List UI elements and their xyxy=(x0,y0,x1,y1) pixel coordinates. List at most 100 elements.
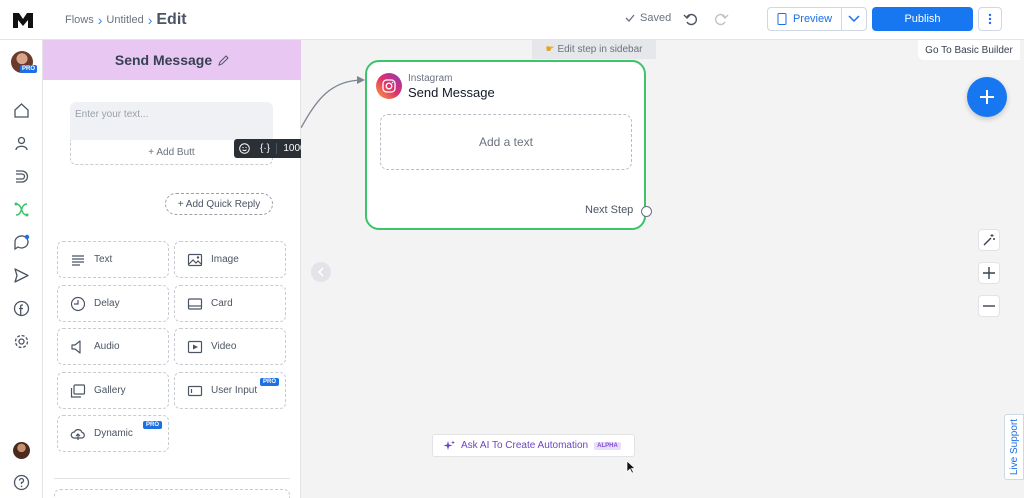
tile-dynamic[interactable]: Dynamic PRO xyxy=(57,415,169,452)
tile-label: Delay xyxy=(94,298,120,309)
undo-icon[interactable] xyxy=(683,11,699,27)
hint-label: Edit step in sidebar xyxy=(557,44,643,55)
phone-icon xyxy=(777,13,787,25)
account-avatar[interactable] xyxy=(13,442,30,459)
edit-step-hint: ☛ Edit step in sidebar xyxy=(532,40,656,59)
node-platform: Instagram xyxy=(408,73,453,84)
help-icon[interactable] xyxy=(13,474,30,491)
tile-label: Text xyxy=(94,254,113,265)
tile-label: User Input xyxy=(211,385,258,396)
tile-delay[interactable]: Delay xyxy=(57,285,169,322)
next-step-port[interactable] xyxy=(641,206,652,217)
top-bar: Flows › Untitled › Edit Saved Preview Pu… xyxy=(0,0,1024,40)
more-options-button[interactable] xyxy=(978,7,1002,31)
magic-wand-icon xyxy=(983,234,995,246)
basic-builder-button[interactable]: Go To Basic Builder xyxy=(918,40,1020,60)
page-title: Edit xyxy=(156,11,187,28)
save-status: Saved xyxy=(625,12,671,24)
zoom-in-button[interactable] xyxy=(978,262,1000,284)
send-message-node[interactable]: Instagram Send Message Add a text Next S… xyxy=(365,60,652,230)
chevron-down-icon xyxy=(848,15,860,23)
flows-icon[interactable] xyxy=(13,201,30,218)
auto-arrange-button[interactable] xyxy=(978,229,1000,251)
contacts-icon[interactable] xyxy=(13,135,30,152)
tile-image[interactable]: Image xyxy=(174,241,286,278)
pointing-hand-icon: ☛ xyxy=(545,44,555,55)
chevron-left-icon xyxy=(317,267,324,277)
tile-video[interactable]: Video xyxy=(174,328,286,365)
input-icon xyxy=(187,385,203,396)
gallery-icon xyxy=(70,383,86,398)
ai-prompt-label: Ask AI To Create Automation xyxy=(461,440,589,451)
chat-icon[interactable] xyxy=(13,234,30,251)
sidebar-title: Send Message xyxy=(114,52,213,68)
tile-text[interactable]: Text xyxy=(57,241,169,278)
step-editor-sidebar: Send Message Enter your text... + Add Bu… xyxy=(43,40,315,498)
divider xyxy=(54,478,290,479)
message-text-input[interactable]: Enter your text... xyxy=(70,102,273,140)
home-icon[interactable] xyxy=(13,102,30,119)
tile-label: Video xyxy=(211,341,237,352)
kebab-menu-icon xyxy=(988,13,992,25)
settings-icon[interactable] xyxy=(13,333,30,350)
tile-label: Dynamic xyxy=(94,428,133,439)
preview-label: Preview xyxy=(792,13,833,25)
next-step-label: Next Step xyxy=(585,204,634,216)
live-support-label: Live Support xyxy=(1008,418,1020,476)
add-step-button[interactable] xyxy=(967,77,1007,117)
sidebar-header: Send Message xyxy=(43,40,301,80)
sparkle-icon xyxy=(443,440,455,450)
saved-label: Saved xyxy=(640,12,672,24)
pro-badge: PRO xyxy=(20,65,38,73)
text-lines-icon xyxy=(72,254,84,266)
node-title: Send Message xyxy=(408,85,495,100)
plus-icon xyxy=(983,267,995,279)
minus-icon xyxy=(983,305,995,307)
pro-badge: PRO xyxy=(142,421,162,429)
facebook-icon[interactable] xyxy=(13,300,30,317)
collapse-sidebar-button[interactable] xyxy=(311,262,331,282)
speaker-icon xyxy=(71,339,81,354)
tile-user-input[interactable]: User Input PRO xyxy=(174,372,286,409)
next-block-placeholder xyxy=(54,489,290,498)
plus-icon xyxy=(980,90,994,104)
mouse-cursor-icon xyxy=(626,460,636,474)
live-support-button[interactable]: Live Support xyxy=(1004,414,1024,480)
chevron-right-icon: › xyxy=(97,12,103,28)
check-icon xyxy=(625,14,635,22)
tile-label: Gallery xyxy=(94,385,126,396)
pencil-icon[interactable] xyxy=(218,54,229,66)
tile-gallery[interactable]: Gallery xyxy=(57,372,169,409)
tile-audio[interactable]: Audio xyxy=(57,328,169,365)
breadcrumb: Flows › Untitled › Edit xyxy=(65,0,187,40)
variable-icon[interactable]: {·} xyxy=(254,143,276,154)
cloud-icon xyxy=(70,428,85,440)
add-quick-reply-button[interactable]: + Add Quick Reply xyxy=(165,193,273,215)
zoom-out-button[interactable] xyxy=(978,295,1000,317)
instagram-icon xyxy=(376,73,402,99)
breadcrumb-untitled[interactable]: Untitled xyxy=(106,14,143,26)
connection-line xyxy=(301,76,365,129)
preview-dropdown-button[interactable] xyxy=(841,7,867,31)
left-nav-rail: PRO xyxy=(0,40,43,498)
add-text-placeholder[interactable]: Add a text xyxy=(380,114,632,170)
send-icon[interactable] xyxy=(13,267,30,284)
video-icon xyxy=(187,340,203,353)
card-icon xyxy=(187,297,203,310)
pro-badge: PRO xyxy=(259,378,279,386)
preview-button[interactable]: Preview xyxy=(767,7,842,31)
emoji-icon[interactable] xyxy=(234,143,254,154)
publish-button[interactable]: Publish xyxy=(872,7,973,31)
image-icon xyxy=(187,253,203,266)
tile-label: Audio xyxy=(94,341,120,352)
tile-label: Card xyxy=(211,298,233,309)
magnet-icon[interactable] xyxy=(13,168,30,185)
alpha-badge: ALPHA xyxy=(594,441,621,450)
breadcrumb-flows[interactable]: Flows xyxy=(65,14,94,26)
chevron-right-icon: › xyxy=(147,12,153,28)
redo-icon[interactable] xyxy=(713,11,729,27)
tile-card[interactable]: Card xyxy=(174,285,286,322)
ask-ai-button[interactable]: Ask AI To Create Automation ALPHA xyxy=(432,434,635,457)
clock-icon xyxy=(70,296,86,311)
logo-icon[interactable] xyxy=(11,8,35,32)
